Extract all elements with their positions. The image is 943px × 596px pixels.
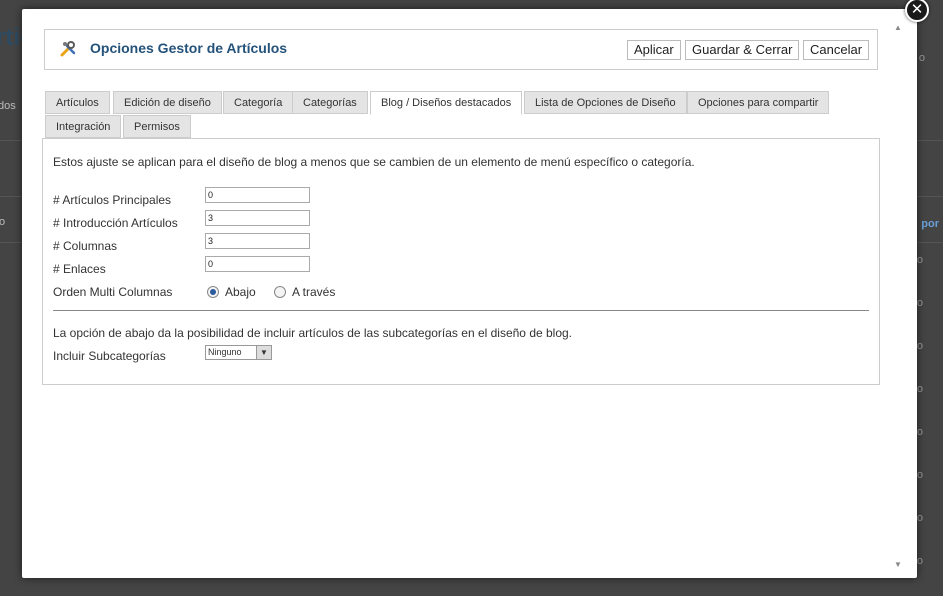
background-cell: o	[916, 426, 923, 438]
background-cell: o	[916, 555, 923, 567]
links-label: # Enlaces	[53, 262, 106, 276]
save-and-close-button[interactable]: Guardar & Cerrar	[685, 40, 800, 60]
tab-lista-opciones-diseno[interactable]: Lista de Opciones de Diseño	[524, 91, 687, 114]
close-icon: ✕	[910, 1, 924, 18]
background-cell: o	[916, 469, 923, 481]
tab-integracion[interactable]: Integración	[45, 115, 122, 138]
radio-down-label[interactable]: Abajo	[225, 285, 256, 299]
background-header-marker: o	[918, 52, 925, 64]
tab-permisos[interactable]: Permisos	[123, 115, 191, 138]
section-divider	[53, 310, 869, 311]
blog-layout-panel: Estos ajuste se aplican para el diseño d…	[42, 138, 880, 385]
background-cell: o	[916, 383, 923, 395]
tab-blog-disenos-destacados[interactable]: Blog / Diseños destacados	[370, 91, 523, 115]
radio-down[interactable]	[207, 286, 219, 298]
scroll-up-arrow-icon[interactable]: ▲	[894, 23, 902, 32]
cancel-button[interactable]: Cancelar	[803, 40, 870, 60]
subcategories-note: La opción de abajo da la posibilidad de …	[53, 326, 573, 340]
background-sort-marker: o	[0, 216, 6, 228]
background-side-text: dos	[0, 100, 16, 112]
scroll-down-arrow-icon[interactable]: ▼	[894, 560, 902, 569]
include-subcategories-label: Incluir Subcategorías	[53, 349, 166, 363]
apply-button[interactable]: Aplicar	[627, 40, 681, 60]
modal-scrollbar[interactable]: ▲ ▼	[893, 21, 906, 569]
tab-opciones-compartir[interactable]: Opciones para compartir	[687, 91, 830, 114]
intro-articles-input[interactable]: 3	[205, 210, 310, 226]
modal-title: Opciones Gestor de Artículos	[90, 40, 288, 56]
leading-articles-label: # Artículos Principales	[53, 193, 172, 207]
background-cell: o	[916, 254, 923, 266]
chevron-down-icon[interactable]: ▼	[256, 346, 271, 359]
background-cell: o	[916, 512, 923, 524]
radio-across[interactable]	[274, 286, 286, 298]
tab-edicion-diseno[interactable]: Edición de diseño	[113, 91, 222, 114]
include-subcategories-value: Ninguno	[208, 347, 242, 357]
background-sort-link: por	[921, 218, 939, 230]
tab-categoria[interactable]: Categoría	[223, 91, 294, 114]
tab-categorias[interactable]: Categorías	[292, 91, 368, 114]
tools-icon	[60, 41, 76, 57]
panel-intro-text: Estos ajuste se aplican para el diseño d…	[53, 155, 695, 169]
modal-header: Opciones Gestor de Artículos Aplicar Gua…	[44, 29, 878, 70]
multi-column-order-label: Orden Multi Columnas	[53, 285, 173, 299]
background-cell: o	[916, 340, 923, 352]
tab-articulos[interactable]: Artículos	[45, 91, 110, 114]
columns-label: # Columnas	[53, 239, 118, 253]
radio-across-label[interactable]: A través	[292, 285, 335, 299]
intro-articles-label: # Introducción Artículos	[53, 216, 178, 230]
options-modal: ▲ ▼ Opciones Gestor de Artículos Aplicar…	[22, 9, 917, 578]
links-input[interactable]: 0	[205, 256, 310, 272]
leading-articles-input[interactable]: 0	[205, 187, 310, 203]
columns-input[interactable]: 3	[205, 233, 310, 249]
background-cell: o	[916, 297, 923, 309]
include-subcategories-select[interactable]: Ninguno ▼	[205, 345, 272, 360]
